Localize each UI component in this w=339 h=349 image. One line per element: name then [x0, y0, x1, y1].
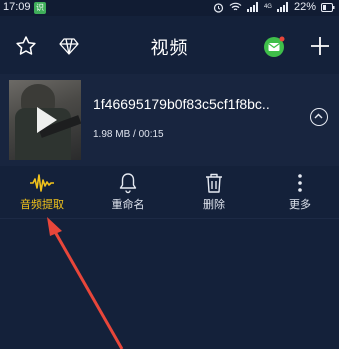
annotation-arrow-shaft	[52, 229, 124, 349]
annotation-arrow	[47, 217, 124, 349]
annotation-arrow-head	[47, 217, 62, 236]
